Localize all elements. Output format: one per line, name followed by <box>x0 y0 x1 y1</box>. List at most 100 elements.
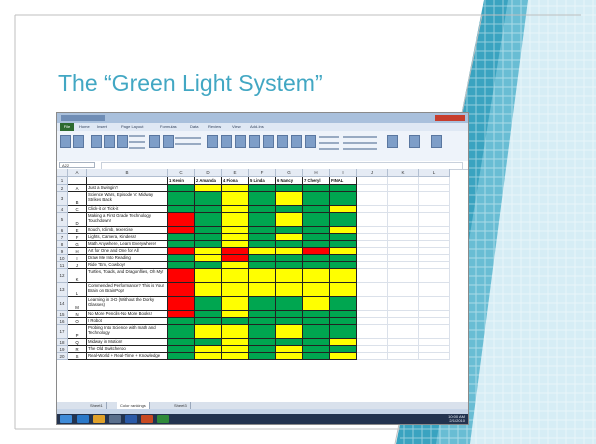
spreadsheet-cell[interactable] <box>87 177 168 185</box>
rating-cell[interactable] <box>303 255 330 262</box>
ribbon-button[interactable] <box>163 135 174 148</box>
ribbon-control[interactable] <box>319 142 339 144</box>
rating-cell[interactable] <box>276 325 303 339</box>
empty-cell[interactable] <box>357 177 388 185</box>
ribbon-control[interactable] <box>343 148 377 150</box>
rating-cell[interactable] <box>249 185 276 192</box>
rating-cell[interactable] <box>168 353 195 360</box>
ribbon-control[interactable] <box>175 137 201 139</box>
rating-cell[interactable] <box>276 353 303 360</box>
entry-letter-cell[interactable]: A <box>68 185 87 192</box>
rating-cell[interactable] <box>195 213 222 227</box>
rating-cell[interactable] <box>276 283 303 297</box>
empty-cell[interactable] <box>357 283 388 297</box>
rating-cell[interactable] <box>195 185 222 192</box>
rating-cell[interactable] <box>195 283 222 297</box>
empty-cell[interactable] <box>419 185 450 192</box>
rating-cell[interactable] <box>330 297 357 311</box>
empty-cell[interactable] <box>388 192 419 206</box>
rating-cell[interactable] <box>303 325 330 339</box>
rating-cell[interactable] <box>168 283 195 297</box>
row-header[interactable]: 15 <box>57 311 68 318</box>
rating-cell[interactable] <box>249 206 276 213</box>
row-header[interactable]: 19 <box>57 346 68 353</box>
rating-cell[interactable] <box>195 227 222 234</box>
column-header[interactable]: H <box>303 169 330 177</box>
empty-cell[interactable] <box>388 255 419 262</box>
ribbon-control[interactable] <box>129 141 145 143</box>
rating-cell[interactable] <box>303 213 330 227</box>
rating-cell[interactable] <box>168 297 195 311</box>
empty-cell[interactable] <box>388 353 419 360</box>
ribbon-button[interactable] <box>91 135 102 148</box>
entry-title-cell[interactable]: Learning in 3-D (Without the Dorky Glass… <box>87 297 168 311</box>
rater-header[interactable]: 6 Nancy <box>276 177 303 185</box>
ribbon-button[interactable] <box>235 135 246 148</box>
sheet-tab[interactable]: Color rankings <box>117 402 150 409</box>
rating-cell[interactable] <box>249 346 276 353</box>
rating-cell[interactable] <box>330 346 357 353</box>
rating-cell[interactable] <box>195 353 222 360</box>
entry-letter-cell[interactable]: K <box>68 269 87 283</box>
rating-cell[interactable] <box>168 192 195 206</box>
empty-cell[interactable] <box>388 206 419 213</box>
ribbon-button[interactable] <box>291 135 302 148</box>
rating-cell[interactable] <box>276 213 303 227</box>
empty-cell[interactable] <box>419 248 450 255</box>
rating-cell[interactable] <box>222 311 249 318</box>
rating-cell[interactable] <box>195 297 222 311</box>
row-header[interactable]: 16 <box>57 318 68 325</box>
entry-title-cell[interactable]: Art for One and One for All <box>87 248 168 255</box>
rating-cell[interactable] <box>303 346 330 353</box>
empty-cell[interactable] <box>388 213 419 227</box>
ribbon-button[interactable] <box>60 135 71 148</box>
rating-cell[interactable] <box>330 339 357 346</box>
empty-cell[interactable] <box>419 318 450 325</box>
empty-cell[interactable] <box>419 241 450 248</box>
rating-cell[interactable] <box>168 234 195 241</box>
entry-title-cell[interactable]: Turtles, Toads, and Dragonflies, Oh My! <box>87 269 168 283</box>
rating-cell[interactable] <box>195 325 222 339</box>
empty-cell[interactable] <box>388 241 419 248</box>
rating-cell[interactable] <box>168 227 195 234</box>
column-header[interactable]: L <box>419 169 450 177</box>
entry-letter-cell[interactable]: R <box>68 346 87 353</box>
empty-cell[interactable] <box>357 297 388 311</box>
column-header[interactable]: G <box>276 169 303 177</box>
rating-cell[interactable] <box>276 255 303 262</box>
rating-cell[interactable] <box>195 262 222 269</box>
empty-cell[interactable] <box>357 325 388 339</box>
row-header[interactable]: 20 <box>57 353 68 360</box>
rating-cell[interactable] <box>195 248 222 255</box>
empty-cell[interactable] <box>357 192 388 206</box>
rating-cell[interactable] <box>303 283 330 297</box>
column-header[interactable]: E <box>222 169 249 177</box>
empty-cell[interactable] <box>357 206 388 213</box>
row-header[interactable]: 17 <box>57 325 68 339</box>
ribbon-tab[interactable]: Page Layout <box>121 123 143 131</box>
rating-cell[interactable] <box>303 234 330 241</box>
rating-cell[interactable] <box>222 283 249 297</box>
sheet-tab[interactable]: Sheet3 <box>171 402 191 409</box>
empty-cell[interactable] <box>388 234 419 241</box>
column-header[interactable]: C <box>168 169 195 177</box>
rating-cell[interactable] <box>276 234 303 241</box>
column-header[interactable]: J <box>357 169 388 177</box>
empty-cell[interactable] <box>419 177 450 185</box>
rating-cell[interactable] <box>330 318 357 325</box>
rating-cell[interactable] <box>276 192 303 206</box>
ribbon-button[interactable] <box>249 135 260 148</box>
ribbon-control[interactable] <box>129 135 145 137</box>
rating-cell[interactable] <box>330 248 357 255</box>
rating-cell[interactable] <box>330 255 357 262</box>
ribbon-button[interactable] <box>149 135 160 148</box>
rating-cell[interactable] <box>303 262 330 269</box>
empty-cell[interactable] <box>388 227 419 234</box>
rating-cell[interactable] <box>222 339 249 346</box>
ribbon-button[interactable] <box>431 135 442 148</box>
row-header[interactable]: 2 <box>57 185 68 192</box>
rating-cell[interactable] <box>195 241 222 248</box>
ribbon-tab[interactable]: Insert <box>97 123 107 131</box>
entry-title-cell[interactable]: Draw Me Into Reading <box>87 255 168 262</box>
rating-cell[interactable] <box>168 325 195 339</box>
